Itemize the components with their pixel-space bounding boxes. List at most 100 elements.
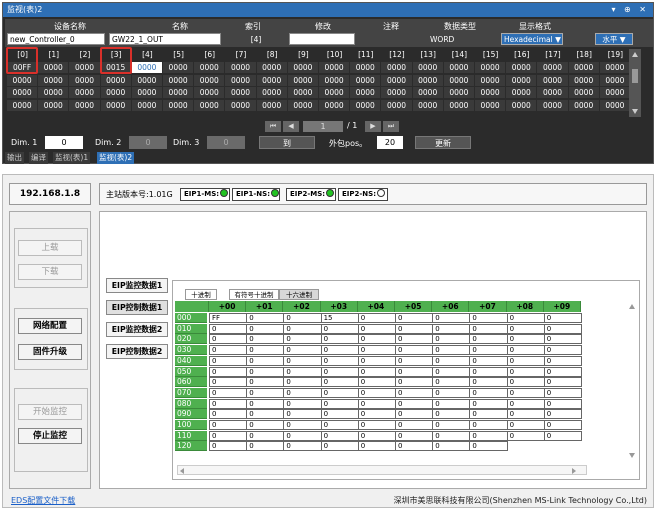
stop-monitor-button[interactable]: 停止监控 — [18, 428, 82, 444]
table-cell[interactable]: 0 — [506, 313, 545, 323]
watch-value-cell[interactable]: 0000 — [537, 99, 568, 111]
watch-value-cell[interactable]: 0000 — [381, 62, 412, 73]
watch-value-cell[interactable]: 0000 — [131, 62, 162, 73]
watch-value-cell[interactable]: 0000 — [506, 87, 537, 98]
table-cell[interactable]: 0 — [320, 409, 359, 420]
upload-button[interactable]: 上载 — [18, 240, 82, 256]
table-cell[interactable]: 0 — [432, 430, 471, 441]
table-cell[interactable]: 0 — [209, 334, 248, 345]
watch-value-cell[interactable]: 0000 — [568, 74, 599, 86]
table-cell[interactable]: 0 — [357, 313, 396, 323]
table-cell[interactable]: 0 — [320, 323, 359, 334]
watch-value-cell[interactable]: 0000 — [537, 74, 568, 86]
watch-value-cell[interactable]: 0000 — [225, 74, 256, 86]
watch-value-cell[interactable]: 0000 — [194, 87, 225, 98]
table-cell[interactable]: 0 — [357, 366, 396, 377]
table-cell[interactable]: 0 — [395, 430, 434, 441]
table-cell[interactable]: 0 — [209, 377, 248, 388]
table-cell[interactable]: 0 — [320, 366, 359, 377]
eds-download-link[interactable]: EDS配置文件下载 — [11, 495, 75, 506]
watch-value-cell[interactable]: 0000 — [537, 87, 568, 98]
table-cell[interactable]: 0 — [469, 441, 508, 452]
modify-value[interactable] — [289, 33, 355, 45]
table-cell[interactable]: 0 — [320, 377, 359, 388]
watch-value-cell[interactable]: 0000 — [163, 74, 194, 86]
goto-button[interactable]: 到 — [259, 136, 315, 149]
table-cell[interactable]: 0 — [283, 377, 322, 388]
tab-hexadecimal[interactable]: 十六进制 — [279, 289, 319, 300]
table-cell[interactable]: 0 — [246, 398, 285, 409]
watch-value-cell[interactable]: 0000 — [194, 62, 225, 73]
table-cell[interactable]: 0 — [357, 430, 396, 441]
table-cell[interactable]: 0 — [543, 377, 582, 388]
update-button[interactable]: 更新 — [415, 136, 471, 149]
table-cell[interactable]: 0 — [469, 377, 508, 388]
eip-control-data-2-button[interactable]: EIP控制数据2 — [106, 344, 168, 359]
table-cell[interactable]: 0 — [209, 323, 248, 334]
table-cell[interactable]: 0 — [320, 345, 359, 356]
watch-value-cell[interactable]: 0000 — [443, 62, 474, 73]
watch-value-cell[interactable]: 0000 — [599, 87, 630, 98]
table-cell[interactable]: 0 — [283, 366, 322, 377]
table-cell[interactable]: 0 — [543, 345, 582, 356]
table-cell[interactable]: 0 — [246, 409, 285, 420]
watch-value-cell[interactable]: 0000 — [225, 99, 256, 111]
table-cell[interactable]: 0 — [320, 334, 359, 345]
name-value[interactable]: GW22_1_OUT — [109, 33, 221, 45]
watch-value-cell[interactable]: 0000 — [475, 99, 506, 111]
table-cell[interactable]: 0 — [506, 430, 545, 441]
watch-value-cell[interactable]: 0000 — [350, 99, 381, 111]
table-cell[interactable]: 0 — [432, 323, 471, 334]
watch-value-cell[interactable]: 0000 — [475, 87, 506, 98]
table-cell[interactable]: 0 — [469, 355, 508, 366]
watch-value-cell[interactable]: 0000 — [599, 74, 630, 86]
table-cell[interactable]: 0 — [283, 409, 322, 420]
pos-input[interactable]: 20 — [377, 136, 403, 149]
table-cell[interactable]: 0 — [395, 398, 434, 409]
next-page-icon[interactable]: ▶ — [365, 121, 381, 132]
firmware-upgrade-button[interactable]: 固件升级 — [18, 344, 82, 360]
table-cell[interactable]: 15 — [320, 313, 359, 323]
watch-value-cell[interactable]: 0000 — [256, 62, 287, 73]
watch-value-cell[interactable]: 0000 — [194, 99, 225, 111]
watch-value-cell[interactable]: 0000 — [475, 74, 506, 86]
table-cell[interactable]: 0 — [506, 355, 545, 366]
watch-value-cell[interactable]: 0000 — [100, 74, 131, 86]
table-cell[interactable]: 0 — [506, 323, 545, 334]
tab-compile[interactable]: 编译 — [29, 152, 48, 164]
table-cell[interactable]: 0 — [283, 441, 322, 452]
table-cell[interactable]: 0 — [283, 334, 322, 345]
watch-value-cell[interactable]: 0000 — [381, 99, 412, 111]
watch-value-cell[interactable]: 0000 — [412, 87, 443, 98]
table-cell[interactable]: 0 — [432, 334, 471, 345]
window-controls[interactable]: ▾ ⊕ ✕ — [611, 3, 649, 17]
table-cell[interactable]: 0 — [469, 334, 508, 345]
table-cell[interactable]: 0 — [283, 398, 322, 409]
table-cell[interactable]: 0 — [246, 387, 285, 398]
table-cell[interactable]: 0 — [432, 345, 471, 356]
table-cell[interactable]: 0 — [357, 355, 396, 366]
table-cell[interactable]: 0 — [357, 334, 396, 345]
watch-value-cell[interactable]: 0000 — [599, 99, 630, 111]
table-cell[interactable]: 0 — [432, 377, 471, 388]
download-button[interactable]: 下载 — [18, 264, 82, 280]
table-cell[interactable]: 0 — [209, 441, 248, 452]
table-cell[interactable]: 0 — [543, 334, 582, 345]
watch-value-cell[interactable]: 0000 — [256, 74, 287, 86]
watch-value-cell[interactable]: 0000 — [131, 87, 162, 98]
table-cell[interactable]: 0 — [209, 420, 248, 430]
table-cell[interactable]: 0 — [246, 345, 285, 356]
table-cell[interactable]: 0 — [395, 323, 434, 334]
table-cell[interactable]: 0 — [320, 430, 359, 441]
tab-watch-1[interactable]: 监视(表)1 — [53, 152, 91, 164]
watch-value-cell[interactable]: 0000 — [131, 99, 162, 111]
table-cell[interactable]: 0 — [246, 334, 285, 345]
watch-value-cell[interactable]: 0000 — [319, 99, 350, 111]
watch-value-cell[interactable]: 0000 — [319, 87, 350, 98]
table-cell[interactable]: 0 — [246, 313, 285, 323]
table-cell[interactable]: 0 — [395, 377, 434, 388]
table-cell[interactable]: 0 — [543, 430, 582, 441]
table-cell[interactable]: 0 — [357, 420, 396, 430]
table-cell[interactable]: 0 — [543, 398, 582, 409]
table-cell[interactable]: 0 — [543, 366, 582, 377]
